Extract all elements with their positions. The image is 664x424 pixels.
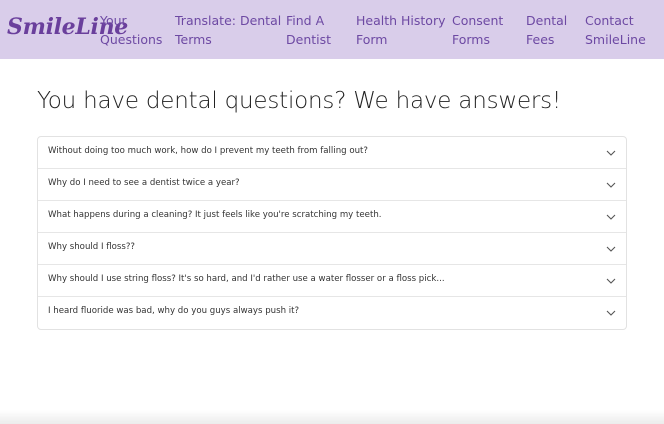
page-title: You have dental questions? We have answe… <box>37 88 561 114</box>
nav-label-line2: Questions <box>100 32 163 47</box>
faq-question: What happens during a cleaning? It just … <box>48 210 382 220</box>
nav-item-consent-forms[interactable]: Consent Forms <box>452 11 503 49</box>
nav-label-line2: Form <box>356 32 388 47</box>
nav-item-find-a-dentist[interactable]: Find A Dentist <box>286 11 331 49</box>
faq-item[interactable]: I heard fluoride was bad, why do you guy… <box>38 297 626 329</box>
faq-item[interactable]: Why do I need to see a dentist twice a y… <box>38 169 626 201</box>
nav-label-line1: Find A <box>286 13 325 28</box>
nav-label-line2: Dentist <box>286 32 332 47</box>
faq-item[interactable]: Why should I use string floss? It's so h… <box>38 265 626 297</box>
chevron-down-icon <box>606 310 616 316</box>
nav-label-line2: Fees <box>526 32 555 47</box>
nav-item-contact-smileline[interactable]: Contact SmileLine <box>585 11 646 49</box>
nav-label-line1: Health History <box>356 13 446 28</box>
nav-label-line2: Forms <box>452 32 491 47</box>
chevron-down-icon <box>606 214 616 220</box>
chevron-down-icon <box>606 182 616 188</box>
nav-item-your-questions[interactable]: Your Questions <box>100 11 162 49</box>
nav-label-line1: Dental <box>526 13 568 28</box>
faq-item[interactable]: Without doing too much work, how do I pr… <box>38 137 626 169</box>
nav-label-line1: Your <box>100 13 127 28</box>
faq-question: Why should I floss?? <box>48 242 135 252</box>
nav-item-health-history-form[interactable]: Health History Form <box>356 11 446 49</box>
faq-question: Why do I need to see a dentist twice a y… <box>48 178 240 188</box>
faq-item[interactable]: What happens during a cleaning? It just … <box>38 201 626 233</box>
nav-label-line1: Translate: Dental <box>175 13 282 28</box>
nav-label-line1: Consent <box>452 13 504 28</box>
chevron-down-icon <box>606 246 616 252</box>
nav-label-line1: Contact <box>585 13 634 28</box>
navbar: SmileLine Your Questions Translate: Dent… <box>0 0 664 59</box>
nav-label-line2: SmileLine <box>585 32 646 47</box>
chevron-down-icon <box>606 278 616 284</box>
chevron-down-icon <box>606 150 616 156</box>
page-bottom-shadow <box>0 410 664 424</box>
faq-question: Why should I use string floss? It's so h… <box>48 274 445 284</box>
faq-question: I heard fluoride was bad, why do you guy… <box>48 306 300 316</box>
nav-label-line2: Terms <box>175 32 212 47</box>
faq-item[interactable]: Why should I floss?? <box>38 233 626 265</box>
nav-item-dental-fees[interactable]: Dental Fees <box>526 11 567 49</box>
faq-question: Without doing too much work, how do I pr… <box>48 146 368 156</box>
nav-item-translate-dental-terms[interactable]: Translate: Dental Terms <box>175 11 281 49</box>
faq-accordion: Without doing too much work, how do I pr… <box>37 136 627 330</box>
